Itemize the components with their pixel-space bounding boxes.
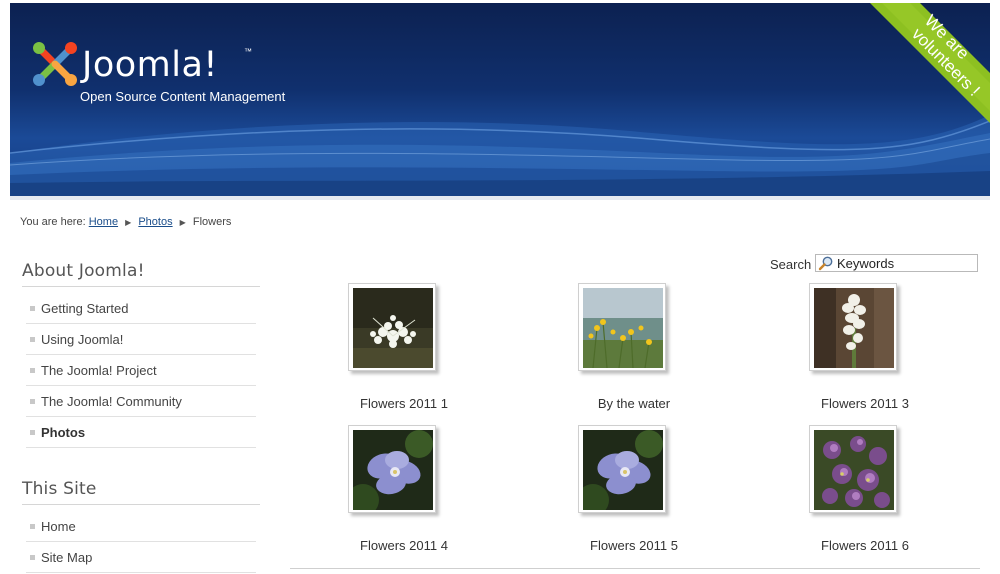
- menu-item-photos[interactable]: Photos: [26, 417, 256, 448]
- photo-thumbnail[interactable]: [348, 425, 436, 513]
- banner-underline: [10, 196, 990, 200]
- module-divider: [22, 504, 260, 505]
- photo-flowers-2011-1: [353, 288, 433, 368]
- photo-caption[interactable]: Flowers 2011 1: [314, 396, 494, 411]
- bullet-icon: [30, 336, 35, 342]
- this-site-menu: Home Site Map: [26, 511, 256, 573]
- photo-caption[interactable]: Flowers 2011 4: [314, 538, 494, 553]
- search-field[interactable]: [815, 254, 978, 272]
- breadcrumb-home-link[interactable]: Home: [89, 216, 118, 228]
- breadcrumb-current: Flowers: [192, 216, 232, 228]
- photo-thumbnail[interactable]: [578, 425, 666, 513]
- photo-caption[interactable]: Flowers 2011 5: [544, 538, 724, 553]
- about-joomla-menu: Getting Started Using Joomla! The Joomla…: [26, 293, 256, 448]
- content-divider: [290, 568, 980, 569]
- site-tagline: Open Source Content Management: [80, 89, 286, 104]
- breadcrumb-photos-link[interactable]: Photos: [138, 216, 172, 228]
- photo-flowers-2011-3: [814, 288, 894, 368]
- photo-flowers-2011-4: [353, 430, 433, 510]
- menu-item-joomla-project[interactable]: The Joomla! Project: [26, 355, 256, 386]
- bullet-icon: [30, 523, 35, 529]
- menu-item-label: Home: [41, 518, 76, 534]
- menu-item-label: Site Map: [41, 549, 93, 565]
- breadcrumb: You are here: Home ▶ Photos ▶ Flowers: [20, 216, 231, 228]
- breadcrumb-arrow-icon: ▶: [179, 218, 186, 227]
- module-divider: [22, 286, 260, 287]
- menu-item-label: Getting Started: [41, 300, 129, 316]
- photo-thumbnail[interactable]: [809, 283, 897, 371]
- menu-item-using-joomla[interactable]: Using Joomla!: [26, 324, 256, 355]
- bullet-icon: [30, 305, 35, 311]
- photo-thumbnail[interactable]: [578, 283, 666, 371]
- logo-text[interactable]: Joomla!: [82, 45, 218, 85]
- joomla-logo-icon[interactable]: [30, 39, 80, 89]
- bullet-icon: [30, 554, 35, 560]
- menu-item-site-map[interactable]: Site Map: [26, 542, 256, 573]
- menu-item-label: The Joomla! Community: [41, 393, 182, 409]
- photo-thumbnail[interactable]: [348, 283, 436, 371]
- bullet-icon: [30, 398, 35, 404]
- header-banner: Joomla! ™ Open Source Content Management…: [10, 3, 990, 196]
- menu-item-label: Photos: [41, 424, 86, 440]
- search-label: Search: [770, 257, 812, 272]
- photo-by-the-water: [583, 288, 663, 368]
- menu-item-home[interactable]: Home: [26, 511, 256, 542]
- about-joomla-title: About Joomla!: [22, 261, 145, 281]
- menu-item-getting-started[interactable]: Getting Started: [26, 293, 256, 324]
- logo-trademark: ™: [244, 47, 252, 56]
- search-input[interactable]: [834, 255, 977, 271]
- bullet-icon: [30, 429, 35, 435]
- photo-caption[interactable]: Flowers 2011 3: [775, 396, 955, 411]
- bullet-icon: [30, 367, 35, 373]
- this-site-title: This Site: [22, 479, 97, 499]
- breadcrumb-arrow-icon: ▶: [125, 218, 132, 227]
- menu-item-joomla-community[interactable]: The Joomla! Community: [26, 386, 256, 417]
- photo-thumbnail[interactable]: [809, 425, 897, 513]
- photo-caption[interactable]: By the water: [544, 396, 724, 411]
- search-icon: [818, 256, 833, 271]
- photo-flowers-2011-6: [814, 430, 894, 510]
- breadcrumb-prefix: You are here:: [20, 216, 86, 228]
- photo-flowers-2011-5: [583, 430, 663, 510]
- menu-item-label: Using Joomla!: [41, 331, 124, 347]
- volunteers-ribbon[interactable]: We are volunteers !: [860, 3, 990, 143]
- photo-caption[interactable]: Flowers 2011 6: [775, 538, 955, 553]
- menu-item-label: The Joomla! Project: [41, 362, 157, 378]
